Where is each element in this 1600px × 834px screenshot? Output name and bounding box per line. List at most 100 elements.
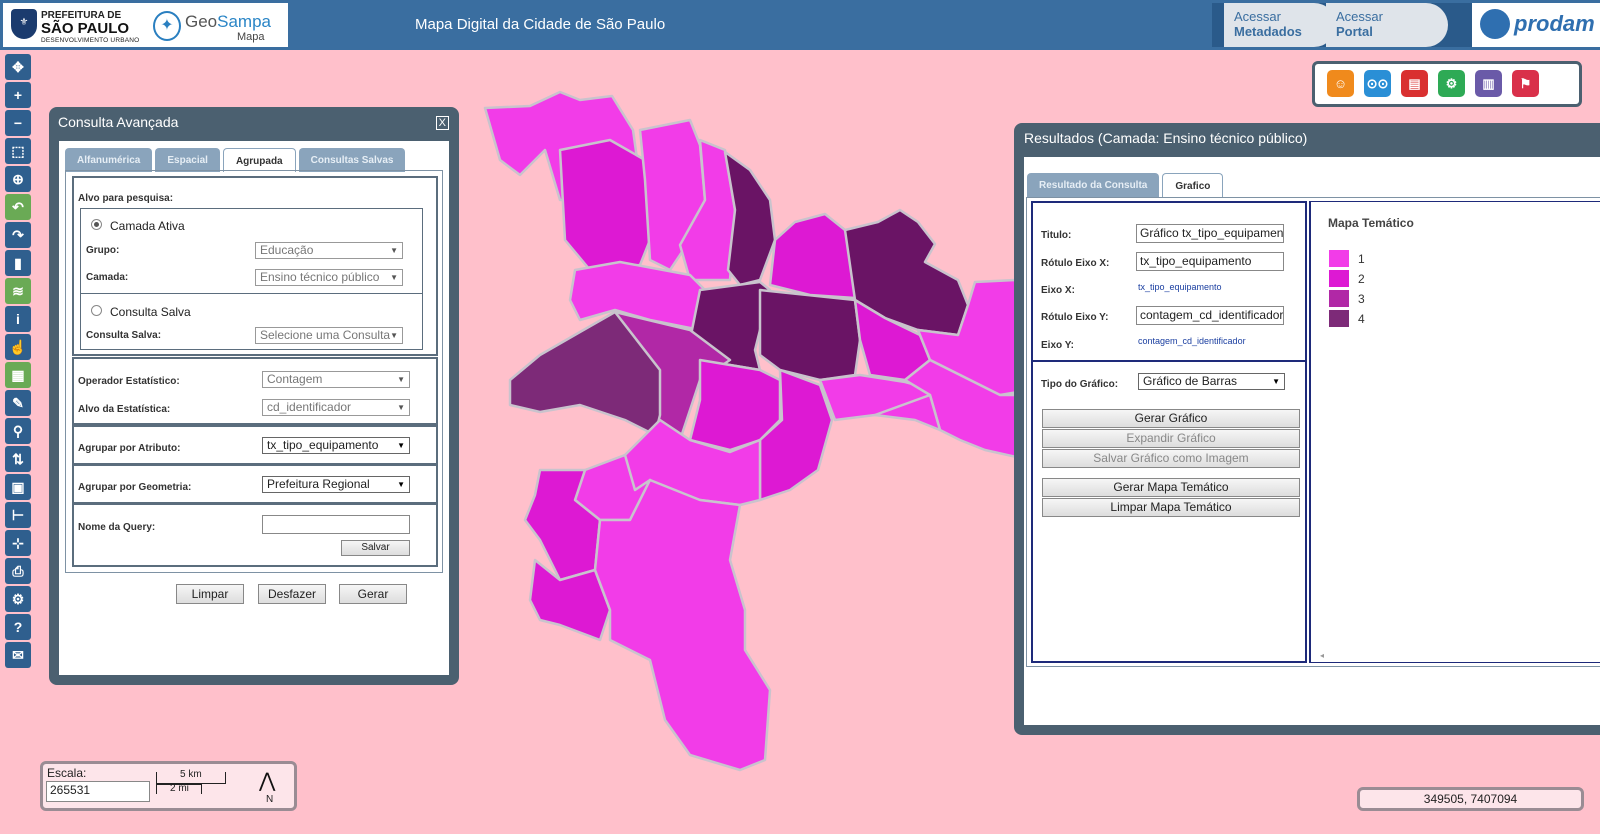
operador-select[interactable]: Contagem ▼ [262,371,410,388]
advanced-query-panel: Consulta Avançada X Alfanumérica Espacia… [49,107,459,685]
eixo-y-label: Eixo Y: [1041,340,1074,351]
salvar-imagem-button[interactable]: Salvar Gráfico como Imagem [1042,449,1300,468]
zoom-box-icon[interactable]: ⬚ [5,138,31,164]
map-region[interactable] [558,138,652,272]
layers-icon[interactable]: ≋ [5,278,31,304]
query-tabs: Alfanumérica Espacial Agrupada Consultas… [65,148,406,172]
table-icon[interactable]: ▦ [5,362,31,388]
globe-icon[interactable]: ⊕ [5,166,31,192]
zoom-out-icon[interactable]: − [5,110,31,136]
theater-icon[interactable]: ☺ [1327,70,1354,97]
agr-attr-label: Agrupar por Atributo: [78,443,181,454]
crosshair-icon[interactable]: ⊹ [5,530,31,556]
legend-label: 4 [1358,312,1365,326]
bookmark-icon[interactable]: ▮ [5,250,31,276]
redo-icon[interactable]: ↷ [5,222,31,248]
chevron-down-icon: ▼ [397,480,405,489]
operador-label: Operador Estatístico: [78,376,180,387]
scale-mi: 2 mi [170,783,189,794]
nome-query-input[interactable] [262,515,410,534]
alvo-estat-select[interactable]: cd_identificador ▼ [262,399,410,416]
acessar-portal-link[interactable]: Acessar Portal [1326,3,1448,47]
geosampa-globe-icon: ✦ [153,11,181,41]
operador-value: Contagem [267,372,323,386]
agr-geo-value: Prefeitura Regional [267,477,370,491]
eixo-y-value: contagem_cd_identificador [1138,336,1246,346]
zoom-in-icon[interactable]: + [5,82,31,108]
titulo-input[interactable]: Gráfico tx_tipo_equipamento [1136,224,1284,243]
binoculars-icon[interactable]: ⊙⊙ [1364,70,1391,97]
map-region[interactable] [768,212,860,300]
rotulo-x-input[interactable]: tx_tipo_equipamento [1136,252,1284,271]
tab-consultas-salvas[interactable]: Consultas Salvas [298,148,406,172]
consulta-salva-select[interactable]: Selecione uma Consulta ▼ [255,327,403,344]
chevron-down-icon: ▼ [390,331,398,340]
tab-espacial[interactable]: Espacial [155,148,220,172]
sync-icon[interactable]: ⇅ [5,446,31,472]
cs-label: Consulta Salva: [86,330,162,341]
tab-alfanumerica[interactable]: Alfanumérica [65,148,153,172]
gerar-mapa-tematico-button[interactable]: Gerar Mapa Temático [1042,478,1300,497]
rotulo-y-label: Rótulo Eixo Y: [1041,312,1109,323]
scale-input[interactable]: 265531 [46,781,150,802]
map-pin-icon[interactable]: ⚑ [1512,70,1539,97]
draw-icon[interactable]: ✎ [5,390,31,416]
close-icon[interactable]: X [435,116,449,130]
bus-icon[interactable]: ▤ [1401,70,1428,97]
consulta-salva-radio[interactable] [91,305,102,316]
pan-icon[interactable]: ✥ [5,54,31,80]
geosampa-name: GeoSampa [185,12,271,32]
prodam-logo[interactable]: prodam [1472,3,1600,47]
legend-label: 2 [1358,272,1365,286]
acessar-metadados-link[interactable]: Acessar Metadados [1212,3,1336,47]
search-icon[interactable]: ⚲ [5,418,31,444]
coat-of-arms-icon: ⚜ [11,9,37,39]
camada-ativa-radio[interactable] [91,219,102,230]
info-icon[interactable]: i [5,306,31,332]
eixo-x-label: Eixo X: [1041,285,1075,296]
help-icon[interactable]: ? [5,614,31,640]
mail-icon[interactable]: ✉ [5,642,31,668]
prodam-text: prodam [1514,11,1595,36]
north-arrow-icon: ⋀ [259,770,276,792]
legend-swatch [1329,310,1349,327]
rotulo-y-input[interactable]: contagem_cd_identificador [1136,306,1284,325]
legend-swatch [1329,250,1349,267]
geosampa-name-a: Geo [185,12,218,31]
scroll-left-icon[interactable]: ◂ [1320,651,1324,660]
app-title: Mapa Digital da Cidade de São Paulo [415,16,666,33]
agr-attr-select[interactable]: tx_tipo_equipamento ▼ [262,437,410,454]
tab-resultado-consulta[interactable]: Resultado da Consulta [1027,173,1160,197]
map-region[interactable] [593,478,772,772]
settings-icon[interactable]: ⚙ [5,586,31,612]
gerar-button[interactable]: Gerar [339,584,407,604]
expandir-grafico-button[interactable]: Expandir Gráfico [1042,429,1300,448]
camada-select[interactable]: Ensino técnico público ▼ [255,269,403,286]
hand-pointer-icon[interactable]: ☝ [5,334,31,360]
tractor-icon[interactable]: ⚙ [1438,70,1465,97]
gerar-grafico-button[interactable]: Gerar Gráfico [1042,409,1300,428]
logo-area: ⚜ PREFEITURA DE SÃO PAULO DESENVOLVIMENT… [3,3,288,47]
geosampa-sub: Mapa [237,31,265,43]
print-icon[interactable]: ⎙ [5,558,31,584]
tab-grafico[interactable]: Grafico [1162,173,1224,197]
map-region[interactable] [758,288,862,382]
undo-icon[interactable]: ↶ [5,194,31,220]
geosampa-logo[interactable]: ✦ GeoSampa Mapa [149,7,285,45]
prefeitura-logo[interactable]: ⚜ PREFEITURA DE SÃO PAULO DESENVOLVIMENT… [11,7,139,45]
tipo-grafico-label: Tipo do Gráfico: [1041,379,1119,390]
tipo-grafico-select[interactable]: Gráfico de Barras ▼ [1138,373,1285,390]
limpar-mapa-tematico-button[interactable]: Limpar Mapa Temático [1042,498,1300,517]
measure-icon[interactable]: ⊢ [5,502,31,528]
save-icon[interactable]: ▣ [5,474,31,500]
rotulo-x-label: Rótulo Eixo X: [1041,258,1110,269]
limpar-button[interactable]: Limpar [176,584,244,604]
agr-geo-select[interactable]: Prefeitura Regional ▼ [262,476,410,493]
desfazer-button[interactable]: Desfazer [258,584,326,604]
chart-icon[interactable]: ▥ [1475,70,1502,97]
chevron-down-icon: ▼ [397,403,405,412]
grupo-select[interactable]: Educação ▼ [255,242,403,259]
salvar-button[interactable]: Salvar [341,540,410,556]
tab-agrupada[interactable]: Agrupada [222,148,296,172]
acc2-line1: Acessar [1336,9,1383,24]
